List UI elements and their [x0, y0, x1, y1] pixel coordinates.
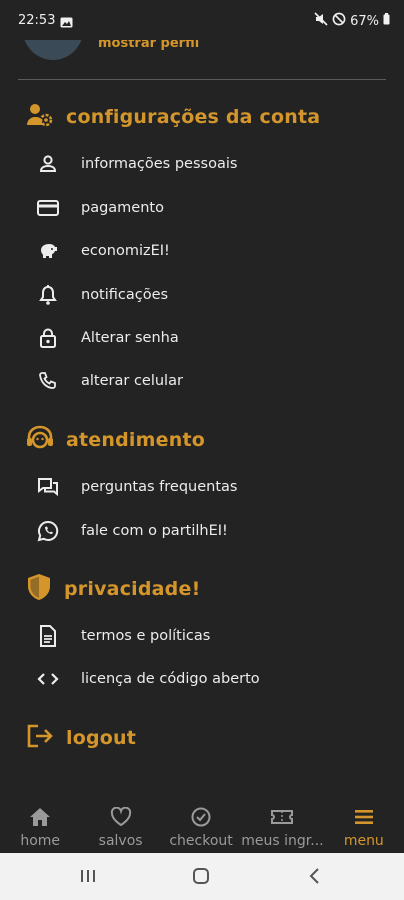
menu-item-label: economizEI!: [81, 243, 170, 259]
logout-icon: [26, 723, 54, 753]
bottom-navigation: home salvos checkout meus ingr... menu: [0, 797, 404, 853]
menu-item-label: licença de código aberto: [81, 671, 260, 687]
phone-icon: [36, 369, 60, 393]
menu-item-change-password[interactable]: Alterar senha: [36, 319, 386, 357]
document-icon: [36, 624, 60, 648]
status-time: 22:53: [18, 13, 56, 28]
gallery-icon: [60, 13, 73, 32]
menu-item-change-phone[interactable]: alterar celular: [36, 362, 386, 400]
whatsapp-icon: [36, 519, 60, 543]
nav-label: meus ingr...: [241, 833, 324, 849]
profile-divider: [18, 79, 386, 80]
menu-item-label: perguntas frequentas: [81, 479, 238, 495]
home-icon: [29, 807, 51, 831]
section-privacy: privacidade!: [26, 573, 200, 605]
menu-item-label: pagamento: [81, 200, 164, 216]
menu-item-economizei[interactable]: economizEI!: [36, 232, 386, 270]
bell-icon: [36, 283, 60, 307]
status-bar: 22:53 67%: [0, 0, 404, 40]
nav-label: checkout: [169, 833, 233, 849]
menu-icon: [353, 807, 375, 831]
home-button-icon[interactable]: [192, 867, 210, 889]
section-account-settings: configurações da conta: [26, 102, 320, 132]
shield-icon: [26, 573, 52, 605]
nav-label: menu: [343, 833, 384, 849]
menu-item-notifications[interactable]: notificações: [36, 276, 386, 314]
piggy-bank-icon: [36, 239, 60, 263]
menu-item-personal-info[interactable]: informações pessoais: [36, 145, 386, 183]
menu-item-faq[interactable]: perguntas frequentas: [36, 468, 386, 506]
menu-item-label: notificações: [81, 287, 169, 303]
nav-my-tickets[interactable]: meus ingr...: [241, 797, 324, 853]
battery-percent: 67%: [350, 13, 379, 29]
recent-apps-icon[interactable]: [79, 867, 97, 889]
do-not-disturb-icon: [332, 12, 346, 30]
section-title: configurações da conta: [66, 106, 321, 128]
menu-item-label: fale com o partilhEI!: [81, 523, 228, 539]
user-gear-icon: [26, 102, 54, 132]
credit-card-icon: [36, 196, 60, 220]
nav-checkout[interactable]: checkout: [161, 797, 241, 853]
lock-icon: [36, 326, 60, 350]
nav-saved[interactable]: salvos: [80, 797, 160, 853]
menu-item-whatsapp-contact[interactable]: fale com o partilhEI!: [36, 512, 386, 550]
check-circle-icon: [190, 807, 212, 831]
person-icon: [36, 152, 60, 176]
menu-item-label: alterar celular: [81, 373, 183, 389]
mute-icon: [314, 12, 328, 30]
system-navigation-bar: [0, 853, 404, 900]
battery-icon: [383, 13, 390, 29]
menu-item-label: informações pessoais: [81, 156, 238, 172]
chat-bubbles-icon: [36, 475, 60, 499]
back-icon[interactable]: [306, 867, 324, 889]
support-agent-icon: [26, 425, 54, 455]
logout-label: logout: [66, 727, 137, 749]
code-icon: [36, 667, 60, 691]
section-title: privacidade!: [64, 578, 201, 600]
menu-item-label: termos e políticas: [81, 628, 211, 644]
menu-item-label: Alterar senha: [81, 330, 179, 346]
logout-button[interactable]: logout: [26, 723, 136, 753]
nav-label: home: [20, 833, 61, 849]
nav-menu[interactable]: menu: [324, 797, 404, 853]
menu-item-open-source-license[interactable]: licença de código aberto: [36, 660, 386, 698]
nav-label: salvos: [98, 833, 143, 849]
ticket-icon: [270, 807, 294, 831]
nav-home[interactable]: home: [0, 797, 80, 853]
menu-item-terms[interactable]: termos e políticas: [36, 617, 386, 655]
menu-item-payment[interactable]: pagamento: [36, 189, 386, 227]
heart-icon: [110, 806, 132, 831]
section-title: atendimento: [66, 429, 205, 451]
section-support: atendimento: [26, 425, 205, 455]
